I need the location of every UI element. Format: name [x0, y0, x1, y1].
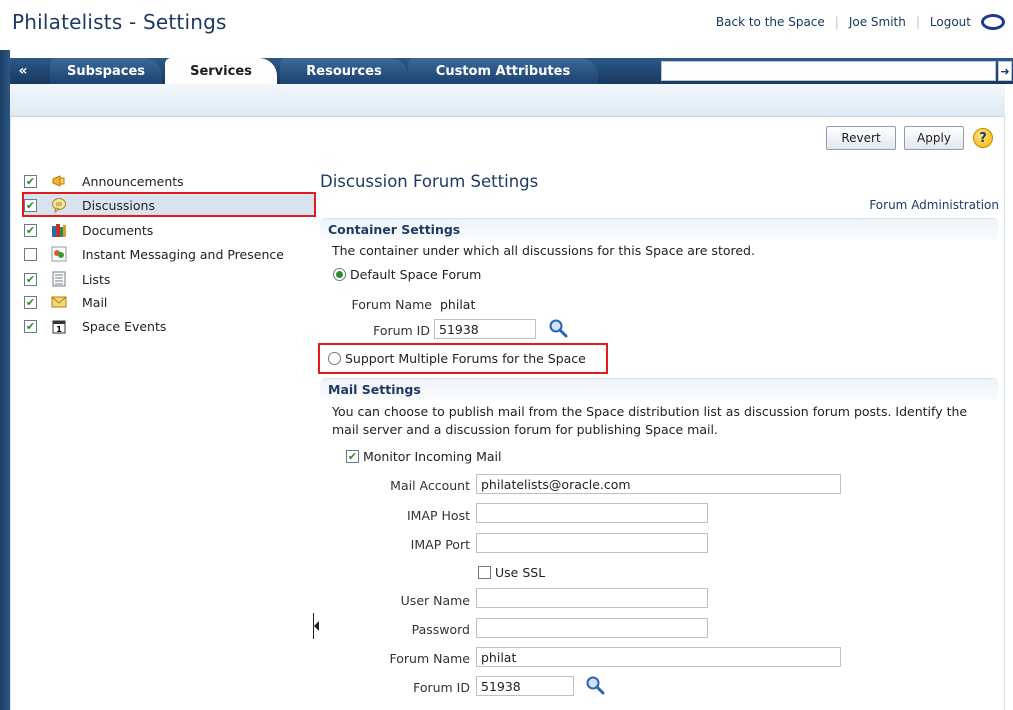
left-edge-bar — [0, 0, 10, 710]
service-item-documents: ✔ Documents — [24, 219, 314, 241]
header: Philatelists - Settings Back to the Spac… — [0, 0, 1013, 50]
service-label[interactable]: Mail — [82, 295, 107, 310]
service-label[interactable]: Instant Messaging and Presence — [82, 247, 284, 262]
link-separator: | — [834, 15, 839, 29]
forum-id-label: Forum ID — [373, 323, 430, 338]
collapse-icon[interactable]: « — [10, 58, 36, 84]
link-separator: | — [915, 15, 920, 29]
user-name-link[interactable]: Joe Smith — [849, 15, 906, 29]
search-input[interactable] — [661, 61, 996, 81]
service-item-discussions[interactable]: ✔ Discussions — [24, 194, 314, 216]
calendar-icon: 1 — [51, 318, 67, 334]
multiple-forums-option: Support Multiple Forums for the Space — [328, 351, 586, 366]
panel-splitter-handle[interactable] — [313, 613, 319, 639]
megaphone-icon — [51, 173, 67, 189]
container-description: The container under which all discussion… — [332, 243, 755, 258]
books-icon — [51, 222, 67, 238]
mail-account-field[interactable] — [476, 474, 841, 494]
service-checkbox[interactable]: ✔ — [24, 272, 37, 286]
multiple-forums-label[interactable]: Support Multiple Forums for the Space — [345, 351, 586, 366]
use-ssl-label[interactable]: Use SSL — [495, 565, 545, 580]
default-forum-label[interactable]: Default Space Forum — [350, 267, 481, 282]
service-label[interactable]: Discussions — [82, 198, 155, 213]
mail-forum-name-label: Forum Name — [389, 651, 470, 666]
sub-toolbar-strip — [10, 84, 1005, 117]
password-field[interactable] — [476, 618, 708, 638]
multiple-forums-radio[interactable] — [328, 352, 341, 365]
mail-description-line2: mail server and a discussion forum for p… — [332, 422, 718, 437]
forum-administration-link[interactable]: Forum Administration — [869, 198, 999, 212]
mail-account-label: Mail Account — [390, 478, 470, 493]
settings-title: Discussion Forum Settings — [320, 172, 539, 191]
mail-forum-name-field[interactable] — [476, 647, 841, 667]
user-name-field[interactable] — [476, 588, 708, 608]
service-checkbox[interactable]: ✔ — [24, 295, 37, 309]
tab-custom-attributes[interactable]: Custom Attributes — [408, 58, 598, 84]
back-to-space-link[interactable]: Back to the Space — [716, 15, 825, 29]
service-checkbox[interactable]: ✔ — [24, 223, 37, 237]
tab-bar: « Subspaces Services Resources Custom At… — [10, 58, 1013, 84]
tab-subspaces[interactable]: Subspaces — [50, 58, 162, 84]
default-forum-option: Default Space Forum — [333, 267, 481, 282]
global-links: Back to the Space | Joe Smith | Logout — [716, 8, 1005, 36]
mail-settings-heading: Mail Settings — [320, 378, 998, 400]
apply-button[interactable]: Apply — [904, 126, 964, 150]
service-checkbox[interactable]: ✔ — [24, 198, 37, 212]
search-icon[interactable] — [585, 675, 605, 695]
service-label[interactable]: Lists — [82, 272, 110, 287]
logout-link[interactable]: Logout — [930, 15, 971, 29]
use-ssl-option: Use SSL — [478, 565, 545, 580]
user-name-label: User Name — [400, 593, 470, 608]
use-ssl-checkbox[interactable] — [478, 566, 491, 579]
default-forum-radio[interactable] — [333, 268, 346, 281]
monitor-incoming-mail: ✔ Monitor Incoming Mail — [346, 449, 502, 464]
oracle-logo-icon — [981, 14, 1005, 30]
mail-forum-id-field[interactable] — [476, 676, 574, 696]
list-icon — [51, 271, 67, 287]
imap-host-label: IMAP Host — [407, 508, 470, 523]
envelope-icon — [51, 294, 67, 310]
service-item-space-events: ✔ 1 Space Events — [24, 315, 314, 337]
service-label[interactable]: Space Events — [82, 319, 166, 334]
monitor-incoming-checkbox[interactable]: ✔ — [346, 450, 359, 463]
help-icon[interactable]: ? — [973, 128, 993, 148]
page-title: Philatelists - Settings — [12, 10, 227, 34]
forum-id-field[interactable] — [434, 319, 536, 339]
service-checkbox[interactable]: ✔ — [24, 319, 37, 333]
service-label[interactable]: Documents — [82, 223, 153, 238]
service-label[interactable]: Announcements — [82, 174, 184, 189]
service-item-announcements: ✔ Announcements — [24, 170, 314, 192]
imap-port-label: IMAP Port — [410, 537, 470, 552]
tab-services[interactable]: Services — [165, 58, 277, 84]
service-item-lists: ✔ Lists — [24, 268, 314, 290]
service-checkbox[interactable]: ✔ — [24, 174, 37, 188]
imap-host-field[interactable] — [476, 503, 708, 523]
forum-name-label: Forum Name — [351, 297, 432, 312]
service-item-mail: ✔ Mail — [24, 291, 314, 313]
tab-resources[interactable]: Resources — [280, 58, 408, 84]
imap-port-field[interactable] — [476, 533, 708, 553]
search-go-icon[interactable]: ➜ — [998, 61, 1012, 81]
service-checkbox[interactable] — [24, 247, 37, 261]
search-icon[interactable] — [548, 318, 568, 338]
mail-description-line1: You can choose to publish mail from the … — [332, 404, 968, 419]
container-settings-heading: Container Settings — [320, 218, 998, 240]
service-item-instant-messaging: Instant Messaging and Presence — [24, 243, 314, 265]
forum-name-value: philat — [440, 297, 476, 312]
mail-forum-id-label: Forum ID — [413, 680, 470, 695]
chat-people-icon — [51, 246, 67, 262]
password-label: Password — [411, 622, 470, 637]
monitor-incoming-label[interactable]: Monitor Incoming Mail — [363, 449, 502, 464]
svg-text:1: 1 — [56, 325, 62, 334]
speech-bubble-icon — [51, 197, 67, 213]
revert-button[interactable]: Revert — [826, 126, 896, 150]
